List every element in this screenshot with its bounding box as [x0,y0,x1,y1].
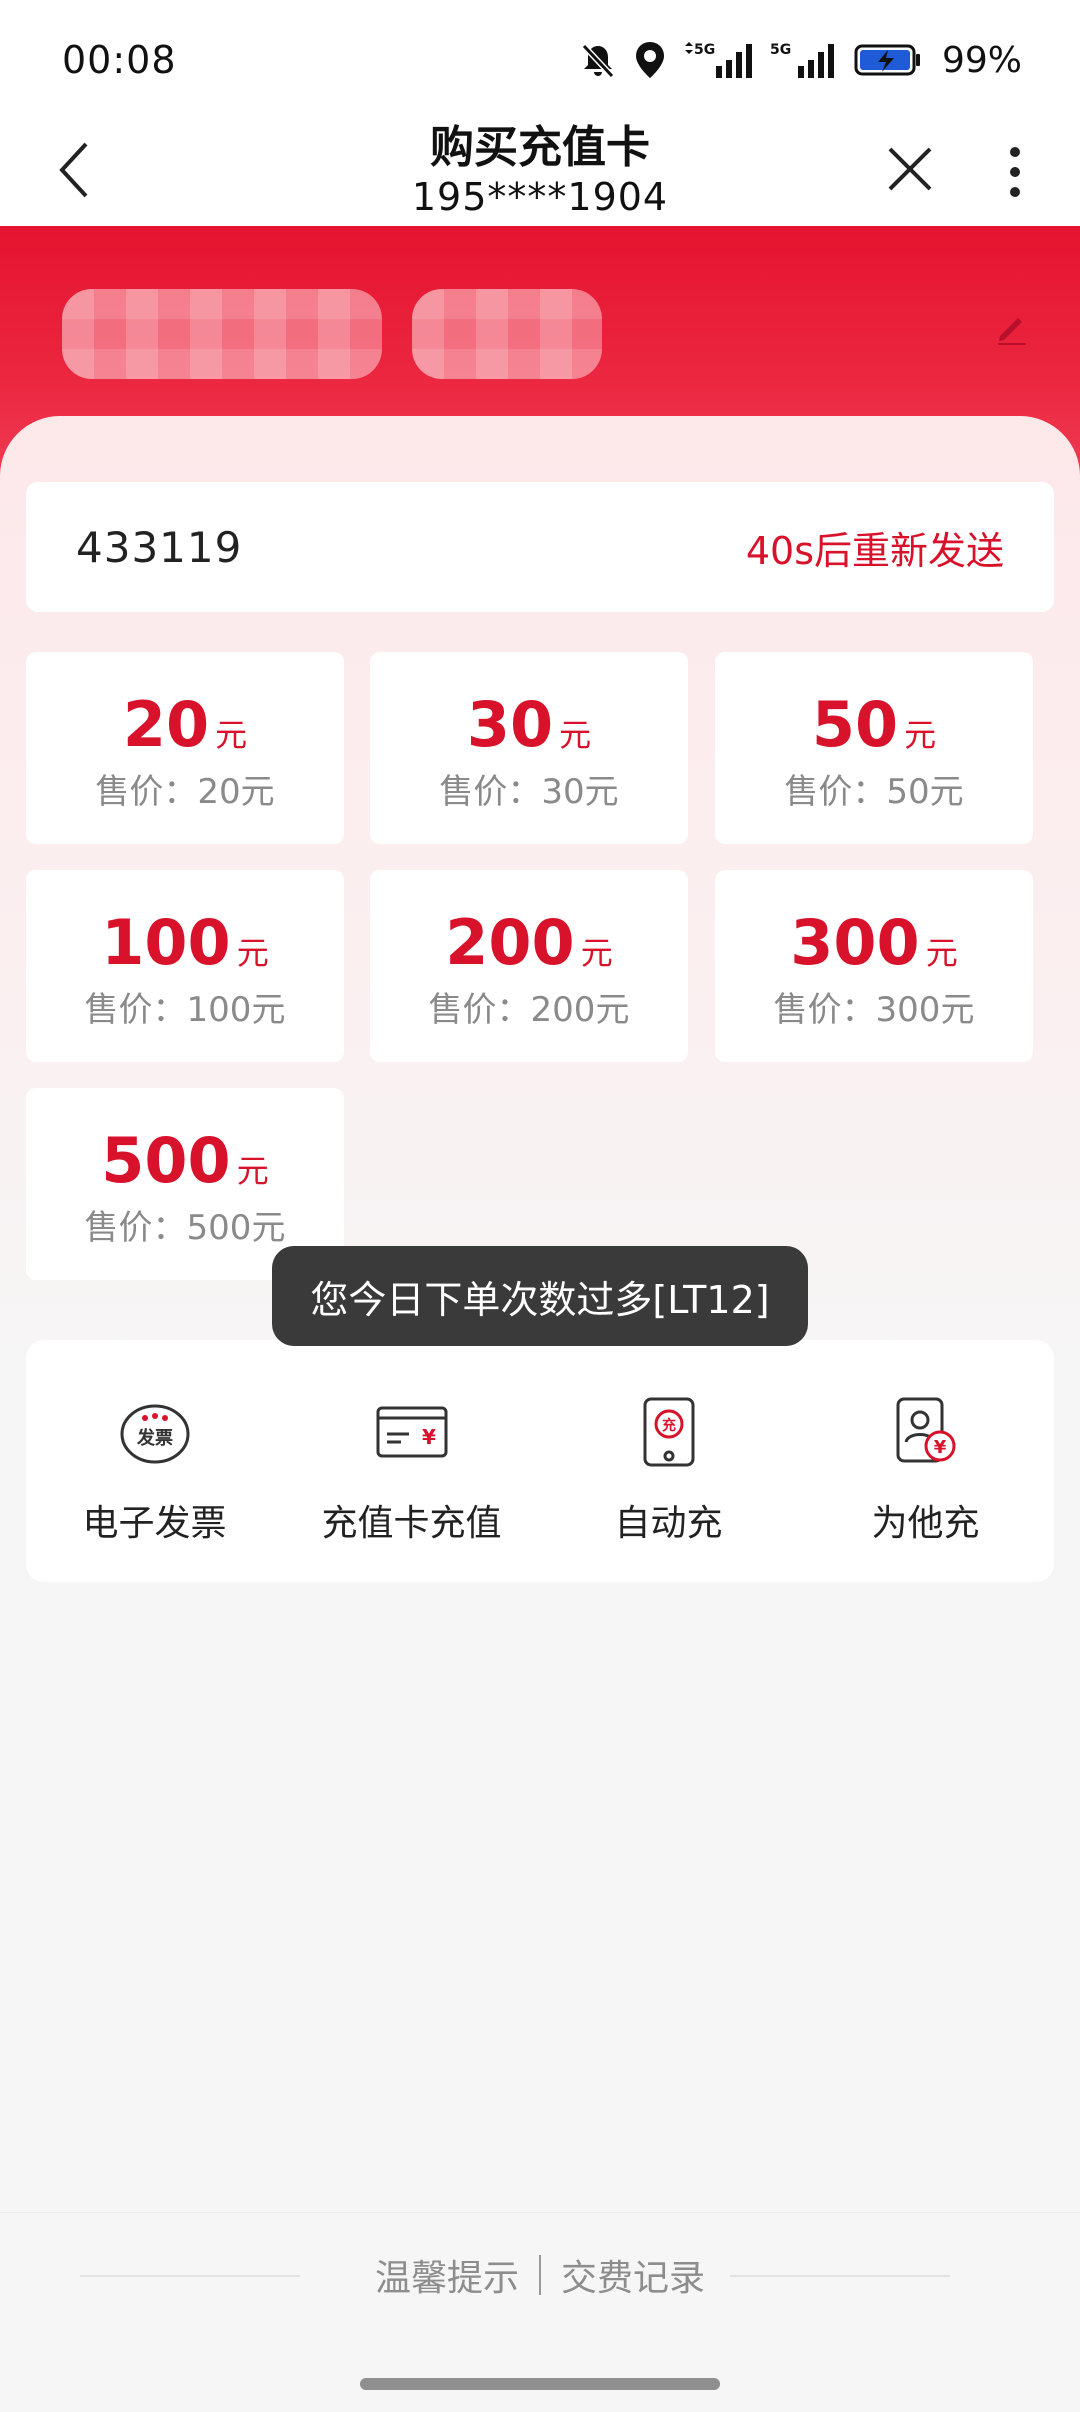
card-amount: 200 [445,906,575,979]
card-unit: 元 [215,716,248,754]
service-auto-recharge[interactable]: 充 自动充 [540,1394,797,1546]
status-icons: 5G 5G 99% [578,40,1022,81]
invoice-icon-text: 发票 [136,1427,173,1449]
service-recharge-for-others[interactable]: ¥ 为他充 [797,1394,1054,1546]
more-button[interactable] [990,136,1040,208]
blurred-text-block [412,289,602,379]
card-option-100[interactable]: 100 元 售价：100元 [26,870,344,1062]
service-label: 为他充 [871,1503,980,1544]
card-unit: 元 [580,934,613,972]
status-time: 00:08 [62,38,177,82]
card-option-300[interactable]: 300 元 售价：300元 [715,870,1033,1062]
payment-records-link[interactable]: 交费记录 [561,2258,705,2299]
card-unit: 元 [236,934,269,972]
card-price: 售价：30元 [439,772,619,812]
card-amount: 500 [101,1124,231,1197]
svg-text:5G: 5G [770,42,791,58]
card-price: 售价：100元 [84,990,286,1030]
resend-code-button[interactable]: 40s后重新发送 [746,520,1004,575]
edit-icon[interactable] [994,310,1030,346]
footer: 温馨提示 交费记录 [0,2212,1080,2342]
card-amount: 50 [811,688,899,761]
verification-code-row[interactable]: 433119 40s后重新发送 [26,482,1054,612]
status-bar: 00:08 5G 5G 99% [0,0,1080,120]
signal-5g-icon-2: 5G [770,42,834,78]
card-unit: 元 [925,934,958,972]
card-unit: 元 [904,716,937,754]
footer-links: 温馨提示 交费记录 [0,2249,1080,2301]
card-amount: 300 [790,906,920,979]
card-price: 售价：200元 [428,990,630,1030]
service-shortcuts: 发票 电子发票 ¥ 充值卡充值 充 自动充 ¥ 为他充 [26,1340,1054,1582]
blurred-text-block [62,289,382,379]
card-option-30[interactable]: 30 元 售价：30元 [370,652,688,844]
signal-5g-icon: 5G [684,42,752,78]
home-indicator[interactable] [360,2378,720,2390]
auto-recharge-icon: 充 [643,1397,694,1467]
footer-separator [539,2255,541,2295]
toast-message: 您今日下单次数过多[LT12] [272,1246,808,1346]
service-card-recharge[interactable]: ¥ 充值卡充值 [283,1394,540,1546]
recharge-for-others-icon: ¥ [896,1397,955,1463]
card-amount: 30 [466,688,554,761]
close-icon [888,147,932,191]
service-label: 充值卡充值 [321,1503,502,1544]
svg-text:¥: ¥ [933,1437,946,1458]
card-amount: 20 [122,688,210,761]
card-unit: 元 [236,1152,269,1190]
battery-charging-icon [854,44,920,76]
card-amount: 100 [101,906,231,979]
verification-code-input[interactable]: 433119 [76,523,242,572]
location-icon [635,42,664,78]
invoice-icon: 发票 [120,1404,189,1464]
close-button[interactable] [880,136,940,202]
card-option-20[interactable]: 20 元 售价：20元 [26,652,344,844]
card-price: 售价：50元 [784,772,964,812]
card-option-50[interactable]: 50 元 售价：50元 [715,652,1033,844]
service-invoice[interactable]: 发票 电子发票 [26,1394,283,1546]
card-recharge-icon: ¥ [376,1406,447,1458]
card-price: 售价：300元 [773,990,975,1030]
more-vertical-icon [1010,147,1020,197]
mute-notification-icon [581,43,615,79]
card-unit: 元 [559,716,592,754]
blurred-account-name [62,286,702,382]
service-label: 电子发票 [82,1503,227,1544]
service-label: 自动充 [614,1503,723,1544]
card-price: 售价：500元 [84,1208,286,1248]
svg-text:¥: ¥ [422,1425,436,1449]
svg-text:5G: 5G [694,42,715,58]
warm-tips-link[interactable]: 温馨提示 [375,2258,519,2299]
auto-recharge-icon-text: 充 [662,1417,676,1434]
nav-bar: 购买充值卡 195****1904 [0,120,1080,226]
card-option-200[interactable]: 200 元 售价：200元 [370,870,688,1062]
card-price: 售价：20元 [95,772,275,812]
battery-percentage: 99% [941,39,1022,81]
